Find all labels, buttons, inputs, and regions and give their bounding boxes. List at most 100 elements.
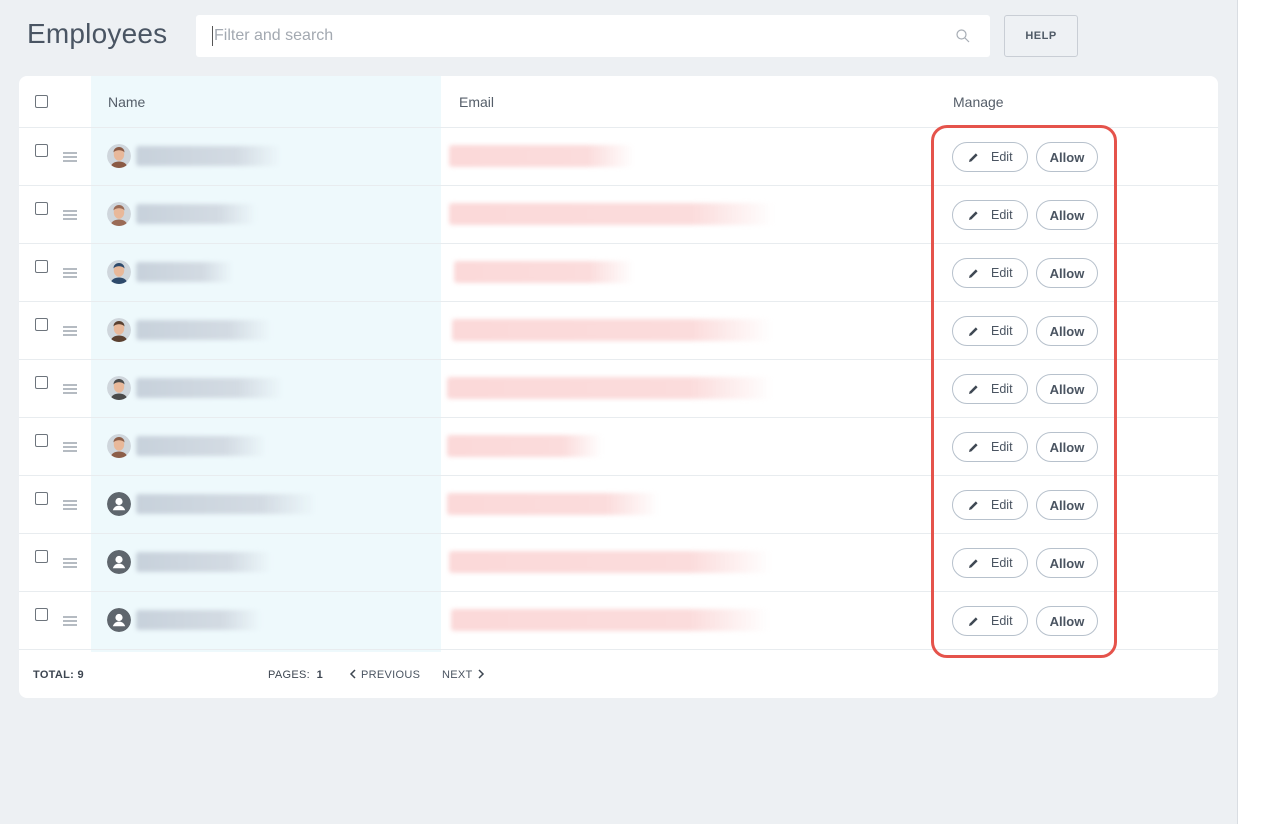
edit-button[interactable]: Edit (952, 200, 1028, 230)
column-header-name[interactable]: Name (108, 94, 145, 110)
drag-handle-icon[interactable] (63, 268, 77, 278)
column-header-manage: Manage (953, 94, 1004, 110)
next-page-link[interactable]: NEXT (442, 669, 485, 681)
avatar (107, 202, 131, 226)
avatar (107, 492, 131, 516)
table-footer: TOTAL: 9 PAGES: 1 PREVIOUS NEXT (19, 652, 1218, 698)
edit-button-label: Edit (991, 266, 1013, 280)
drag-handle-icon[interactable] (63, 210, 77, 220)
row-checkbox[interactable] (35, 202, 48, 215)
avatar (107, 550, 131, 574)
pencil-icon (969, 385, 978, 394)
previous-page-link[interactable]: PREVIOUS (349, 669, 420, 681)
table-row: Edit Allow (19, 360, 1218, 418)
table-row: Edit Allow (19, 302, 1218, 360)
chevron-left-icon (349, 669, 356, 679)
row-checkbox[interactable] (35, 318, 48, 331)
edit-button-label: Edit (991, 150, 1013, 164)
edit-button[interactable]: Edit (952, 258, 1028, 288)
avatar (107, 608, 131, 632)
drag-handle-icon[interactable] (63, 152, 77, 162)
drag-handle-icon[interactable] (63, 326, 77, 336)
pencil-icon (969, 211, 978, 220)
edit-button-label: Edit (991, 440, 1013, 454)
employee-email-redacted (447, 435, 602, 457)
row-checkbox[interactable] (35, 434, 48, 447)
employee-name-redacted (136, 146, 281, 166)
employee-email-redacted (447, 493, 659, 515)
table-row: Edit Allow (19, 534, 1218, 592)
row-checkbox[interactable] (35, 376, 48, 389)
search-box[interactable] (196, 15, 990, 57)
pencil-icon (969, 559, 978, 568)
allow-button[interactable]: Allow (1036, 432, 1098, 462)
table-row: Edit Allow (19, 244, 1218, 302)
employee-email-redacted (452, 319, 772, 341)
edit-button[interactable]: Edit (952, 490, 1028, 520)
row-checkbox[interactable] (35, 550, 48, 563)
employee-email-redacted (454, 261, 634, 283)
row-checkbox[interactable] (35, 608, 48, 621)
employee-name-redacted (136, 552, 271, 572)
drag-handle-icon[interactable] (63, 500, 77, 510)
allow-button[interactable]: Allow (1036, 490, 1098, 520)
employees-table: Name Email Manage Edit Allow Edit Allow (19, 76, 1218, 698)
search-input[interactable] (214, 15, 934, 57)
table-row: Edit Allow (19, 418, 1218, 476)
allow-button[interactable]: Allow (1036, 374, 1098, 404)
edit-button[interactable]: Edit (952, 316, 1028, 346)
table-header: Name Email Manage (19, 76, 1218, 128)
pencil-icon (969, 617, 978, 626)
edit-button[interactable]: Edit (952, 432, 1028, 462)
drag-handle-icon[interactable] (63, 384, 77, 394)
page-title: Employees (27, 18, 168, 49)
allow-button[interactable]: Allow (1036, 606, 1098, 636)
employee-name-redacted (136, 436, 266, 456)
drag-handle-icon[interactable] (63, 558, 77, 568)
edit-button-label: Edit (991, 556, 1013, 570)
allow-button[interactable]: Allow (1036, 200, 1098, 230)
table-row: Edit Allow (19, 592, 1218, 650)
edit-button-label: Edit (991, 382, 1013, 396)
employee-name-redacted (136, 378, 283, 398)
allow-button[interactable]: Allow (1036, 258, 1098, 288)
employee-name-redacted (136, 610, 261, 630)
edit-button-label: Edit (991, 208, 1013, 222)
row-checkbox[interactable] (35, 492, 48, 505)
pages-count: PAGES: 1 (268, 669, 324, 681)
avatar (107, 260, 131, 284)
drag-handle-icon[interactable] (63, 442, 77, 452)
column-header-email[interactable]: Email (459, 94, 494, 110)
row-checkbox[interactable] (35, 144, 48, 157)
edit-button-label: Edit (991, 498, 1013, 512)
table-row: Edit Allow (19, 476, 1218, 534)
pencil-icon (969, 153, 978, 162)
row-checkbox[interactable] (35, 260, 48, 273)
total-count: TOTAL: 9 (33, 669, 84, 681)
table-row: Edit Allow (19, 128, 1218, 186)
drag-handle-icon[interactable] (63, 616, 77, 626)
edit-button-label: Edit (991, 614, 1013, 628)
edit-button[interactable]: Edit (952, 142, 1028, 172)
employee-email-redacted (449, 145, 634, 167)
allow-button[interactable]: Allow (1036, 548, 1098, 578)
employee-email-redacted (449, 203, 774, 225)
allow-button[interactable]: Allow (1036, 142, 1098, 172)
chevron-right-icon (478, 669, 484, 679)
allow-button[interactable]: Allow (1036, 316, 1098, 346)
help-button[interactable]: HELP (1004, 15, 1078, 57)
employee-email-redacted (447, 377, 772, 399)
text-cursor (212, 26, 213, 46)
edit-button[interactable]: Edit (952, 374, 1028, 404)
employee-name-redacted (136, 262, 233, 282)
employee-email-redacted (451, 609, 769, 631)
employee-email-redacted (449, 551, 771, 573)
edit-button[interactable]: Edit (952, 606, 1028, 636)
avatar (107, 434, 131, 458)
select-all-checkbox[interactable] (35, 95, 48, 108)
app-window: Employees HELP Name Email Manage Edit Al… (0, 0, 1238, 824)
employee-name-redacted (136, 494, 316, 514)
edit-button[interactable]: Edit (952, 548, 1028, 578)
search-icon[interactable] (955, 28, 971, 44)
pencil-icon (969, 443, 978, 452)
